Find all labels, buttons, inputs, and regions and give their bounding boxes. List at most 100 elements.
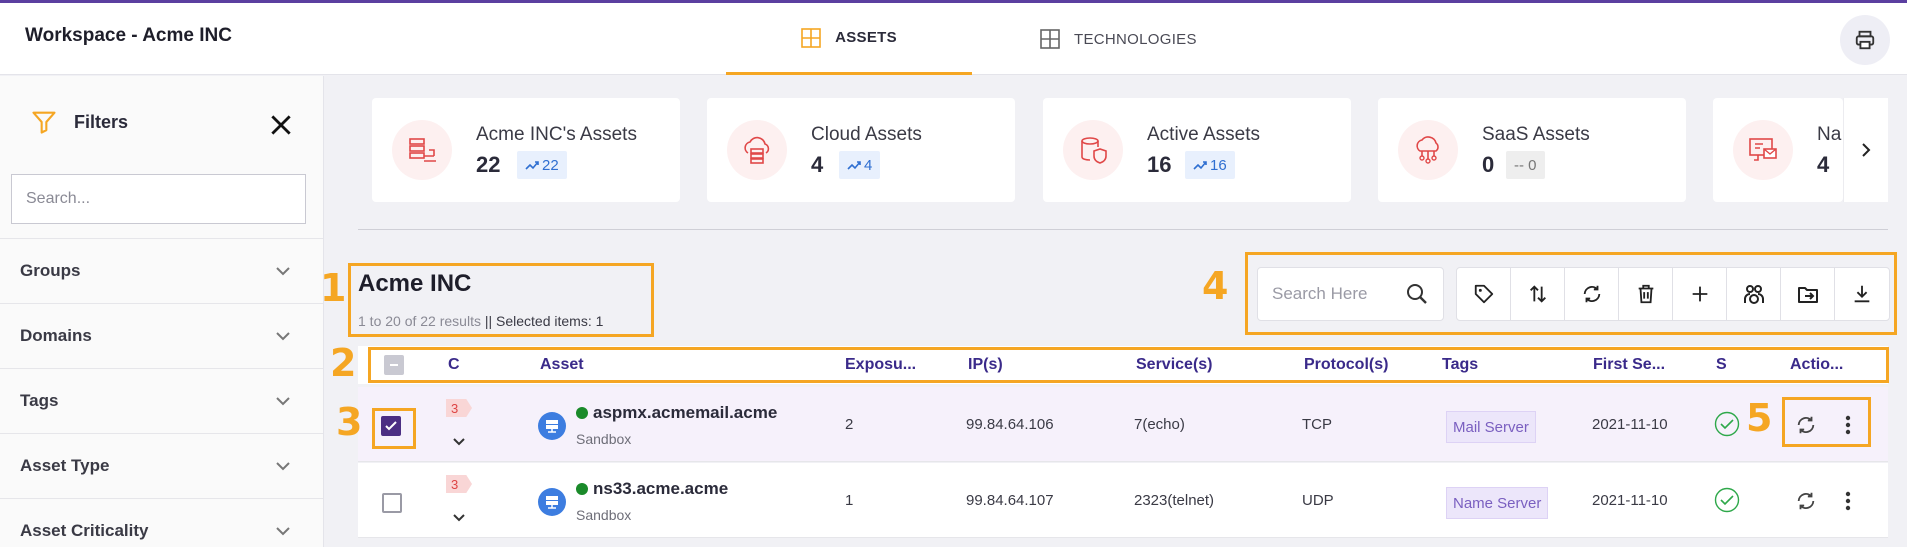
monitor-mail-icon [1733,120,1793,180]
annotation-number-2: 2 [330,341,357,385]
status-dot [576,483,588,495]
refresh-icon[interactable] [1795,490,1817,512]
trending-up-icon [847,161,861,170]
ip-value: 99.84.64.107 [966,492,1054,509]
database-shield-icon [1063,120,1123,180]
filters-sidebar: Filters Search... Groups Domains Tags As… [0,76,324,547]
filter-icon [32,111,56,134]
chevron-down-icon[interactable] [451,510,467,526]
ip-value: 99.84.64.106 [966,416,1054,433]
section-divider [358,229,1888,230]
asset-name-text: ns33.acme.acme [593,479,729,498]
filter-domains[interactable]: Domains [0,303,323,368]
summary-card-all-assets[interactable]: Acme INC's Assets 22 22 [372,98,680,202]
tag-badge[interactable]: Mail Server [1446,411,1536,443]
card-value: 4 [811,152,824,177]
trend-badge: 16 [1185,151,1235,179]
tab-technologies-label: TECHNOLOGIES [1074,30,1197,48]
chevron-down-icon [276,462,290,471]
annotation-box-3 [372,408,416,449]
asset-group: Sandbox [576,507,632,523]
card-value: 16 [1147,152,1172,177]
card-value: 4 [1817,152,1830,177]
tab-assets[interactable]: ASSETS [726,3,972,75]
summary-card-partial[interactable]: Na 4 [1713,98,1843,202]
first-seen-value: 2021-11-10 [1592,416,1668,433]
first-seen-value: 2021-11-10 [1592,492,1668,509]
trend-badge: 4 [839,151,881,179]
annotation-box-5 [1782,397,1871,447]
close-icon[interactable] [268,112,294,138]
cloud-network-icon [1398,120,1458,180]
chevron-down-icon [276,332,290,341]
trend-badge: -- 0 [1506,151,1545,179]
chevron-down-icon [276,527,290,536]
trend-value: 22 [542,156,559,174]
more-vert-icon[interactable] [1844,490,1852,512]
annotation-number-4: 4 [1202,264,1229,308]
annotation-number-3: 3 [336,400,363,444]
cards-next-button[interactable] [1843,98,1888,202]
exposure-value: 1 [845,492,854,509]
service-value: 7(echo) [1134,416,1185,433]
check-circle-icon [1714,411,1740,437]
asset-name[interactable]: aspmx.acmemail.acme [576,403,777,423]
chevron-right-icon [1862,143,1871,157]
row-checkbox[interactable] [382,493,402,513]
filter-label: Asset Type [20,456,110,475]
filter-asset-type[interactable]: Asset Type [0,433,323,498]
card-title: Cloud Assets [811,124,922,145]
summary-card-saas-assets[interactable]: SaaS Assets 0 -- 0 [1378,98,1686,202]
annotation-box-4 [1245,252,1897,335]
trend-value: -- 0 [1514,156,1537,174]
trend-value: 4 [864,156,873,174]
print-button[interactable] [1840,15,1890,65]
criticality-badge: 3 [446,399,472,417]
server-icon [538,412,566,440]
server-network-icon [392,120,452,180]
asset-group: Sandbox [576,431,632,447]
card-value: 0 [1482,152,1495,177]
workspace-title: Workspace - Acme INC [25,25,232,46]
card-title: Acme INC's Assets [476,124,637,145]
chevron-down-icon[interactable] [451,434,467,450]
trend-value: 16 [1210,156,1227,174]
annotation-number-1: 1 [320,266,347,310]
trend-badge: 22 [517,151,567,179]
filter-label: Domains [20,326,92,345]
cloud-server-icon [727,120,787,180]
filter-groups[interactable]: Groups [0,238,323,303]
criticality-value: 3 [451,400,459,416]
grid-icon [1040,29,1060,49]
protocol-value: TCP [1302,416,1332,433]
criticality-value: 3 [451,476,459,492]
filter-asset-criticality[interactable]: Asset Criticality [0,498,323,547]
table-row[interactable]: 3 ns33.acme.acme Sandbox 1 99.84.64.107 … [358,463,1888,538]
asset-name[interactable]: ns33.acme.acme [576,479,728,499]
protocol-value: UDP [1302,492,1334,509]
summary-card-active-assets[interactable]: Active Assets 16 16 [1043,98,1351,202]
filters-header: Filters [30,108,128,136]
service-value: 2323(telnet) [1134,492,1215,509]
tab-technologies[interactable]: TECHNOLOGIES [1040,3,1197,75]
annotation-number-5: 5 [1746,396,1773,440]
app-header: Workspace - Acme INC ASSETS TECHNOLOGIES [0,3,1907,75]
chevron-down-icon [276,397,290,406]
asset-name-text: aspmx.acmemail.acme [593,403,778,422]
filter-search-input[interactable]: Search... [11,174,306,224]
filter-tags[interactable]: Tags [0,368,323,433]
filters-title: Filters [74,111,129,132]
status-dot [576,407,588,419]
table-row[interactable]: 3 aspmx.acmemail.acme Sandbox 2 99.84.64… [358,387,1888,462]
filter-label: Asset Criticality [20,521,149,540]
card-title: Active Assets [1147,124,1260,145]
card-value: 22 [476,152,501,177]
trending-up-icon [1193,161,1207,170]
card-title: Na [1817,124,1842,145]
criticality-badge: 3 [446,475,472,493]
tag-badge[interactable]: Name Server [1446,487,1549,519]
annotation-box-2 [368,347,1889,383]
filter-label: Groups [20,261,81,280]
summary-card-cloud-assets[interactable]: Cloud Assets 4 4 [707,98,1015,202]
annotation-box-1 [348,263,654,337]
